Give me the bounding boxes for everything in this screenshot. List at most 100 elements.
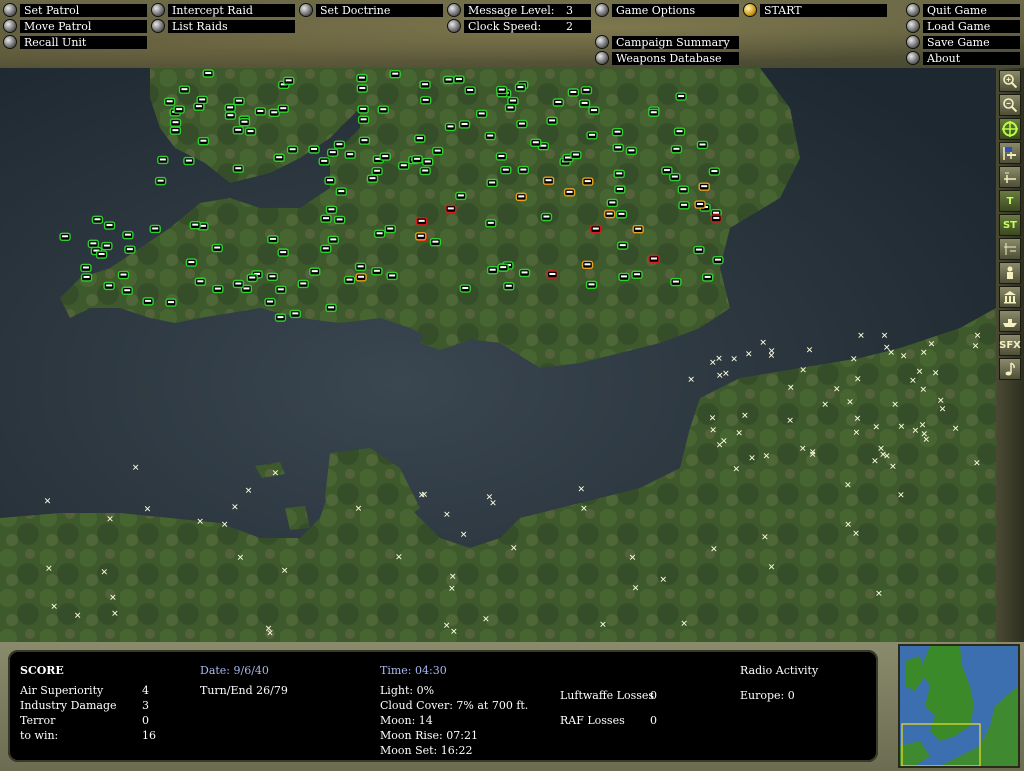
raf-unit-marker[interactable] xyxy=(163,97,176,106)
raf-unit-marker[interactable] xyxy=(419,96,432,105)
raf-unit-marker[interactable] xyxy=(283,76,295,86)
luftwaffe-airfield-marker[interactable]: ✕ xyxy=(897,491,905,501)
raf-unit-marker[interactable] xyxy=(625,146,638,156)
luftwaffe-airfield-marker[interactable]: ✕ xyxy=(44,497,52,507)
raf-unit-marker[interactable] xyxy=(442,75,455,85)
raf-unit-marker[interactable] xyxy=(286,145,299,154)
raf-unit-marker[interactable] xyxy=(485,219,497,228)
luftwaffe-airfield-marker[interactable]: ✕ xyxy=(106,515,114,525)
raf-unit-marker[interactable] xyxy=(273,153,285,162)
game-options-button[interactable]: Game Options xyxy=(595,3,739,17)
raf-unit-marker[interactable] xyxy=(590,224,602,234)
raf-unit-marker[interactable] xyxy=(546,270,559,279)
luftwaffe-airfield-marker[interactable]: ✕ xyxy=(873,423,881,433)
luftwaffe-airfield-marker[interactable]: ✕ xyxy=(443,511,451,521)
luftwaffe-airfield-marker[interactable]: ✕ xyxy=(578,485,586,495)
raf-unit-marker[interactable] xyxy=(580,86,593,95)
raf-unit-marker[interactable] xyxy=(614,185,626,194)
raf-unit-marker[interactable] xyxy=(552,98,565,107)
strategic-target-button[interactable]: ST xyxy=(999,214,1021,236)
raf-unit-marker[interactable] xyxy=(464,86,476,95)
raf-unit-marker[interactable] xyxy=(356,84,369,93)
raf-unit-marker[interactable] xyxy=(377,105,389,114)
intercept-raid-button[interactable]: Intercept Raid xyxy=(151,3,295,17)
raf-unit-marker[interactable] xyxy=(415,232,427,241)
luftwaffe-airfield-marker[interactable]: ✕ xyxy=(799,366,807,376)
luftwaffe-airfield-marker[interactable]: ✕ xyxy=(920,430,928,440)
raf-unit-marker[interactable] xyxy=(224,111,237,120)
raf-unit-marker[interactable] xyxy=(504,103,517,113)
luftwaffe-airfield-marker[interactable]: ✕ xyxy=(799,445,807,455)
luftwaffe-airfield-marker[interactable]: ✕ xyxy=(854,414,862,424)
luftwaffe-airfield-marker[interactable]: ✕ xyxy=(266,629,274,639)
set-patrol-button[interactable]: Set Patrol xyxy=(3,3,147,17)
raf-unit-marker[interactable] xyxy=(124,245,136,254)
raf-unit-marker[interactable] xyxy=(514,83,527,92)
flag-icon[interactable] xyxy=(999,142,1021,164)
luftwaffe-airfield-marker[interactable]: ✕ xyxy=(74,611,82,621)
raf-unit-marker[interactable] xyxy=(149,224,161,234)
raf-unit-marker[interactable] xyxy=(244,127,257,136)
luftwaffe-airfield-marker[interactable]: ✕ xyxy=(916,367,924,377)
raf-unit-marker[interactable] xyxy=(459,284,471,293)
luftwaffe-airfield-marker[interactable]: ✕ xyxy=(853,429,861,439)
raf-unit-marker[interactable] xyxy=(165,298,177,307)
raf-unit-marker[interactable] xyxy=(202,69,214,78)
luftwaffe-airfield-marker[interactable]: ✕ xyxy=(881,331,889,341)
raf-unit-marker[interactable] xyxy=(233,96,245,106)
luftwaffe-airfield-marker[interactable]: ✕ xyxy=(281,566,289,576)
raf-unit-marker[interactable] xyxy=(355,273,367,282)
raf-unit-marker[interactable] xyxy=(318,157,330,166)
luftwaffe-airfield-marker[interactable]: ✕ xyxy=(912,427,920,437)
raf-unit-marker[interactable] xyxy=(648,108,660,117)
luftwaffe-airfield-marker[interactable]: ✕ xyxy=(510,544,518,554)
luftwaffe-airfield-marker[interactable]: ✕ xyxy=(111,610,119,620)
luftwaffe-airfield-marker[interactable]: ✕ xyxy=(768,563,776,573)
set-doctrine-button[interactable]: Set Doctrine xyxy=(299,3,443,17)
music-note-icon[interactable] xyxy=(999,358,1021,380)
raf-unit-marker[interactable] xyxy=(309,267,321,276)
raf-unit-marker[interactable] xyxy=(581,260,594,270)
luftwaffe-airfield-marker[interactable]: ✕ xyxy=(418,491,426,501)
raf-unit-marker[interactable] xyxy=(588,106,600,115)
raf-unit-marker[interactable] xyxy=(611,127,624,137)
clock-speed-button[interactable]: Clock Speed: 2 xyxy=(447,19,591,33)
campaign-map[interactable]: ✕ ✕ ✕ ✕ ✕ ✕ ✕ ✕ ✕ ✕ ✕ ✕ ✕ ✕ ✕ ✕ ✕ ✕ ✕ ✕ ✕ ✕ ✕ ✕ ✕ ✕ ✕ ✕ ✕ ✕ ✕ ✕ ✕ ✕ ✕ ✕ ✕ ✕ ✕ ✕… xyxy=(0,68,996,642)
luftwaffe-airfield-marker[interactable]: ✕ xyxy=(730,355,738,365)
raf-unit-marker[interactable] xyxy=(154,176,167,186)
raf-unit-marker[interactable] xyxy=(320,214,332,223)
raf-unit-marker[interactable] xyxy=(238,118,251,127)
person-icon[interactable] xyxy=(999,262,1021,284)
luftwaffe-airfield-marker[interactable]: ✕ xyxy=(231,503,239,513)
luftwaffe-airfield-marker[interactable]: ✕ xyxy=(632,584,640,594)
luftwaffe-airfield-marker[interactable]: ✕ xyxy=(109,593,117,603)
raf-unit-marker[interactable] xyxy=(194,277,207,286)
luftwaffe-airfield-marker[interactable]: ✕ xyxy=(687,376,695,386)
luftwaffe-airfield-marker[interactable]: ✕ xyxy=(101,568,109,578)
luftwaffe-airfield-marker[interactable]: ✕ xyxy=(709,426,717,436)
raf-unit-marker[interactable] xyxy=(178,85,191,94)
luftwaffe-airfield-marker[interactable]: ✕ xyxy=(580,504,588,514)
luftwaffe-airfield-marker[interactable]: ✕ xyxy=(709,414,717,424)
raf-unit-marker[interactable] xyxy=(497,263,509,272)
luftwaffe-airfield-marker[interactable]: ✕ xyxy=(715,354,723,364)
raf-unit-marker[interactable] xyxy=(546,116,558,126)
raf-unit-marker[interactable] xyxy=(277,248,289,257)
raf-unit-marker[interactable] xyxy=(371,167,383,176)
raf-unit-marker[interactable] xyxy=(371,267,383,276)
raf-unit-marker[interactable] xyxy=(358,136,371,145)
luftwaffe-airfield-marker[interactable]: ✕ xyxy=(833,385,841,395)
raf-unit-marker[interactable] xyxy=(500,165,512,175)
luftwaffe-airfield-marker[interactable]: ✕ xyxy=(852,530,860,540)
raf-unit-marker[interactable] xyxy=(327,235,339,245)
building-icon[interactable] xyxy=(999,286,1021,308)
raf-unit-marker[interactable] xyxy=(677,185,690,194)
luftwaffe-airfield-marker[interactable]: ✕ xyxy=(221,521,229,531)
luftwaffe-airfield-marker[interactable]: ✕ xyxy=(395,553,403,563)
raf-unit-marker[interactable] xyxy=(196,95,208,105)
raf-unit-marker[interactable] xyxy=(185,258,198,267)
raf-unit-marker[interactable] xyxy=(585,280,598,290)
raf-unit-marker[interactable] xyxy=(517,165,530,175)
raf-unit-marker[interactable] xyxy=(169,126,182,135)
raf-unit-marker[interactable] xyxy=(429,237,442,247)
